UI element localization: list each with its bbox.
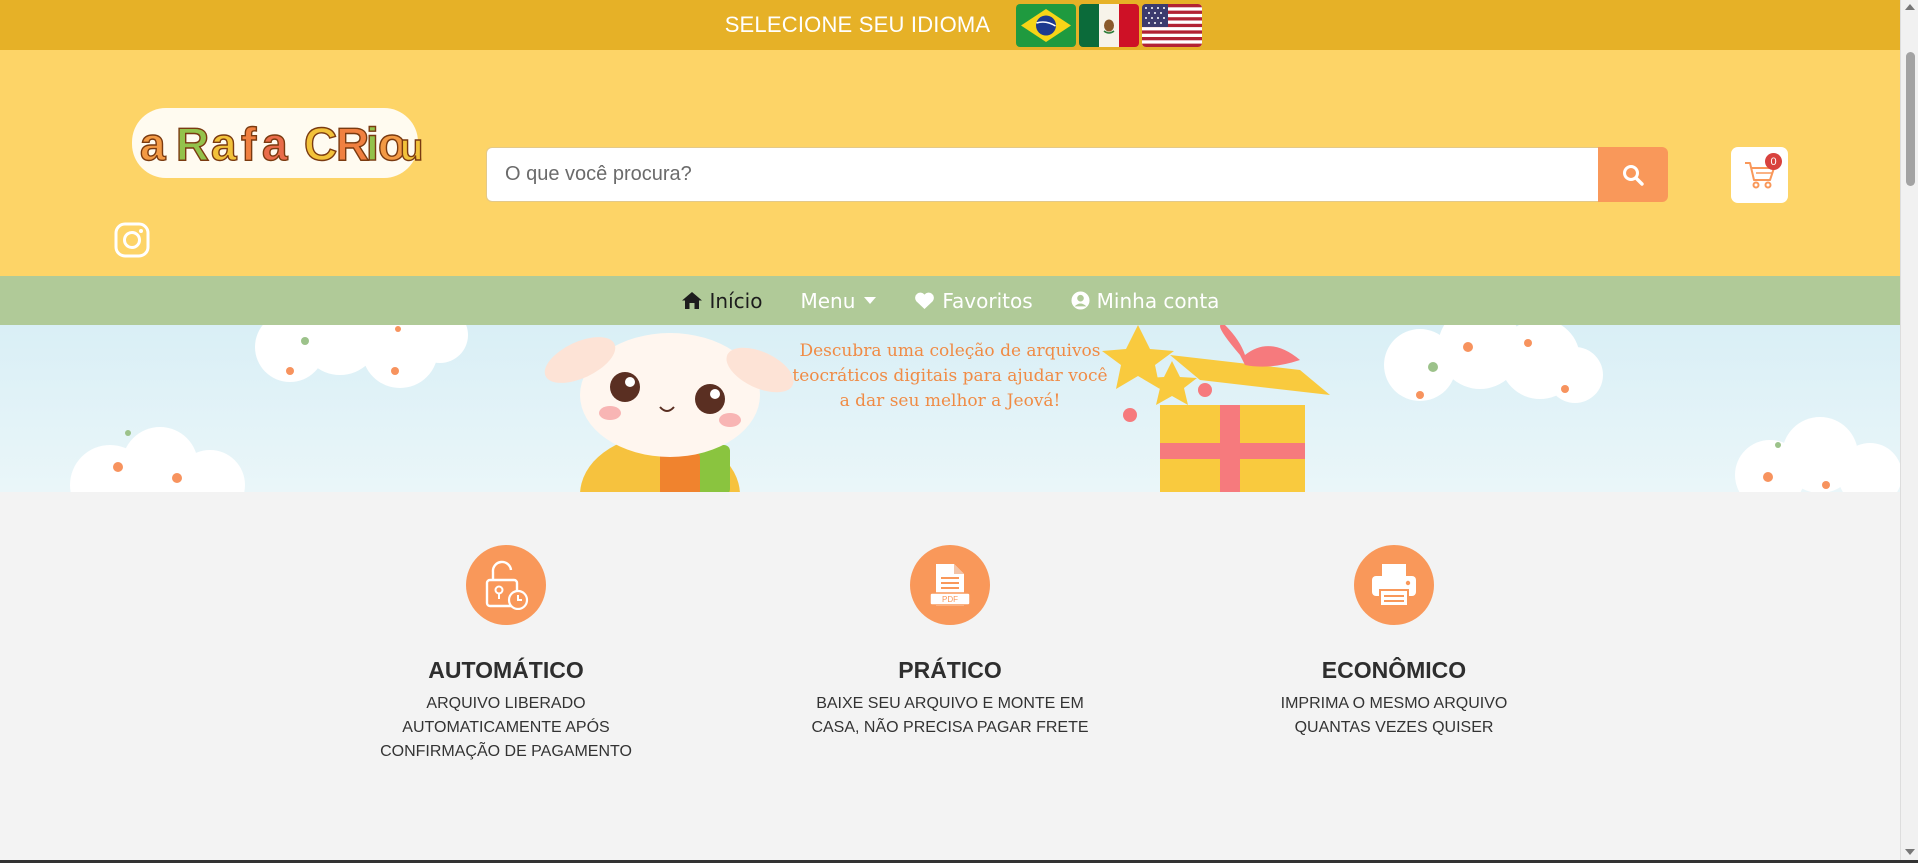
cart-button[interactable]: 0 — [1731, 147, 1788, 203]
search-button[interactable] — [1598, 147, 1668, 202]
svg-text:u: u — [400, 127, 423, 169]
usa-flag[interactable] — [1142, 3, 1203, 47]
feature-title: ECONÔMICO — [1321, 657, 1467, 683]
vertical-scrollbar[interactable] — [1900, 0, 1918, 863]
feature-economico: ECONÔMICO IMPRIMA O MESMO ARQUIVO QUANTA… — [1234, 545, 1554, 740]
language-bar: SELECIONE SEU IDIOMA — [0, 0, 1900, 50]
svg-text:R: R — [336, 118, 369, 170]
heart-icon — [914, 292, 935, 310]
mexico-flag[interactable] — [1079, 3, 1140, 47]
feature-title: AUTOMÁTICO — [428, 657, 584, 683]
features-section: AUTOMÁTICO ARQUIVO LIBERADO AUTOMATICAME… — [0, 492, 1900, 863]
cart-count-badge: 0 — [1765, 153, 1782, 170]
feature-title: PRÁTICO — [898, 657, 1002, 683]
main-nav: Início Menu Favoritos Minha conta — [0, 276, 1900, 325]
feature-automatico: AUTOMÁTICO ARQUIVO LIBERADO AUTOMATICAME… — [346, 545, 666, 764]
user-circle-icon — [1071, 291, 1090, 310]
svg-text:a: a — [211, 118, 237, 170]
svg-text:C: C — [304, 118, 337, 170]
banner-tagline: Descubra uma coleção de arquivos teocrát… — [792, 341, 1108, 411]
svg-text:R: R — [176, 118, 209, 170]
search-bar — [486, 147, 1668, 202]
instagram-icon[interactable] — [114, 222, 150, 258]
search-icon — [1622, 164, 1644, 186]
feature-description: ARQUIVO LIBERADO AUTOMATICAMENTE APÓS CO… — [380, 695, 632, 760]
search-input[interactable] — [486, 147, 1598, 202]
page: SELECIONE SEU IDIOMA a R a f a C R i o u… — [0, 0, 1900, 863]
nav-item-label: Menu — [800, 288, 856, 313]
printer-icon — [1354, 545, 1434, 625]
feature-pratico: PDF PRÁTICO BAIXE SEU ARQUIVO E MONTE EM… — [790, 545, 1110, 740]
svg-text:f: f — [241, 118, 257, 170]
nav-item-minha-conta[interactable]: Minha conta — [1071, 288, 1220, 313]
svg-text:a: a — [262, 118, 288, 170]
nav-item-favoritos[interactable]: Favoritos — [914, 288, 1033, 313]
feature-description: BAIXE SEU ARQUIVO E MONTE EM CASA, NÃO P… — [811, 695, 1089, 736]
unlock-clock-icon — [466, 545, 546, 625]
pdf-label: PDF — [942, 595, 958, 604]
home-icon — [681, 291, 703, 310]
nav-item-inicio[interactable]: Início — [681, 288, 763, 313]
scrollbar-thumb[interactable] — [1906, 52, 1915, 186]
pdf-file-icon: PDF — [910, 545, 990, 625]
svg-text:a: a — [140, 118, 166, 170]
hero-banner: Descubra uma coleção de arquivos teocrát… — [0, 325, 1900, 492]
svg-text:i: i — [366, 118, 379, 170]
feature-description: IMPRIMA O MESMO ARQUIVO QUANTAS VEZES QU… — [1280, 695, 1508, 736]
site-logo[interactable]: a R a f a C R i o u — [128, 98, 428, 188]
nav-item-menu[interactable]: Menu — [800, 288, 877, 313]
site-header: a R a f a C R i o u O que você procura? … — [0, 50, 1900, 276]
scroll-up-arrow-icon[interactable] — [1905, 4, 1915, 10]
nav-item-label: Minha conta — [1096, 288, 1220, 313]
brazil-flag[interactable] — [1016, 3, 1077, 47]
nav-item-label: Favoritos — [942, 288, 1033, 313]
scroll-down-arrow-icon[interactable] — [1905, 849, 1915, 855]
nav-item-label: Início — [709, 288, 763, 313]
caret-down-icon — [864, 296, 877, 305]
language-label: SELECIONE SEU IDIOMA — [724, 12, 991, 37]
